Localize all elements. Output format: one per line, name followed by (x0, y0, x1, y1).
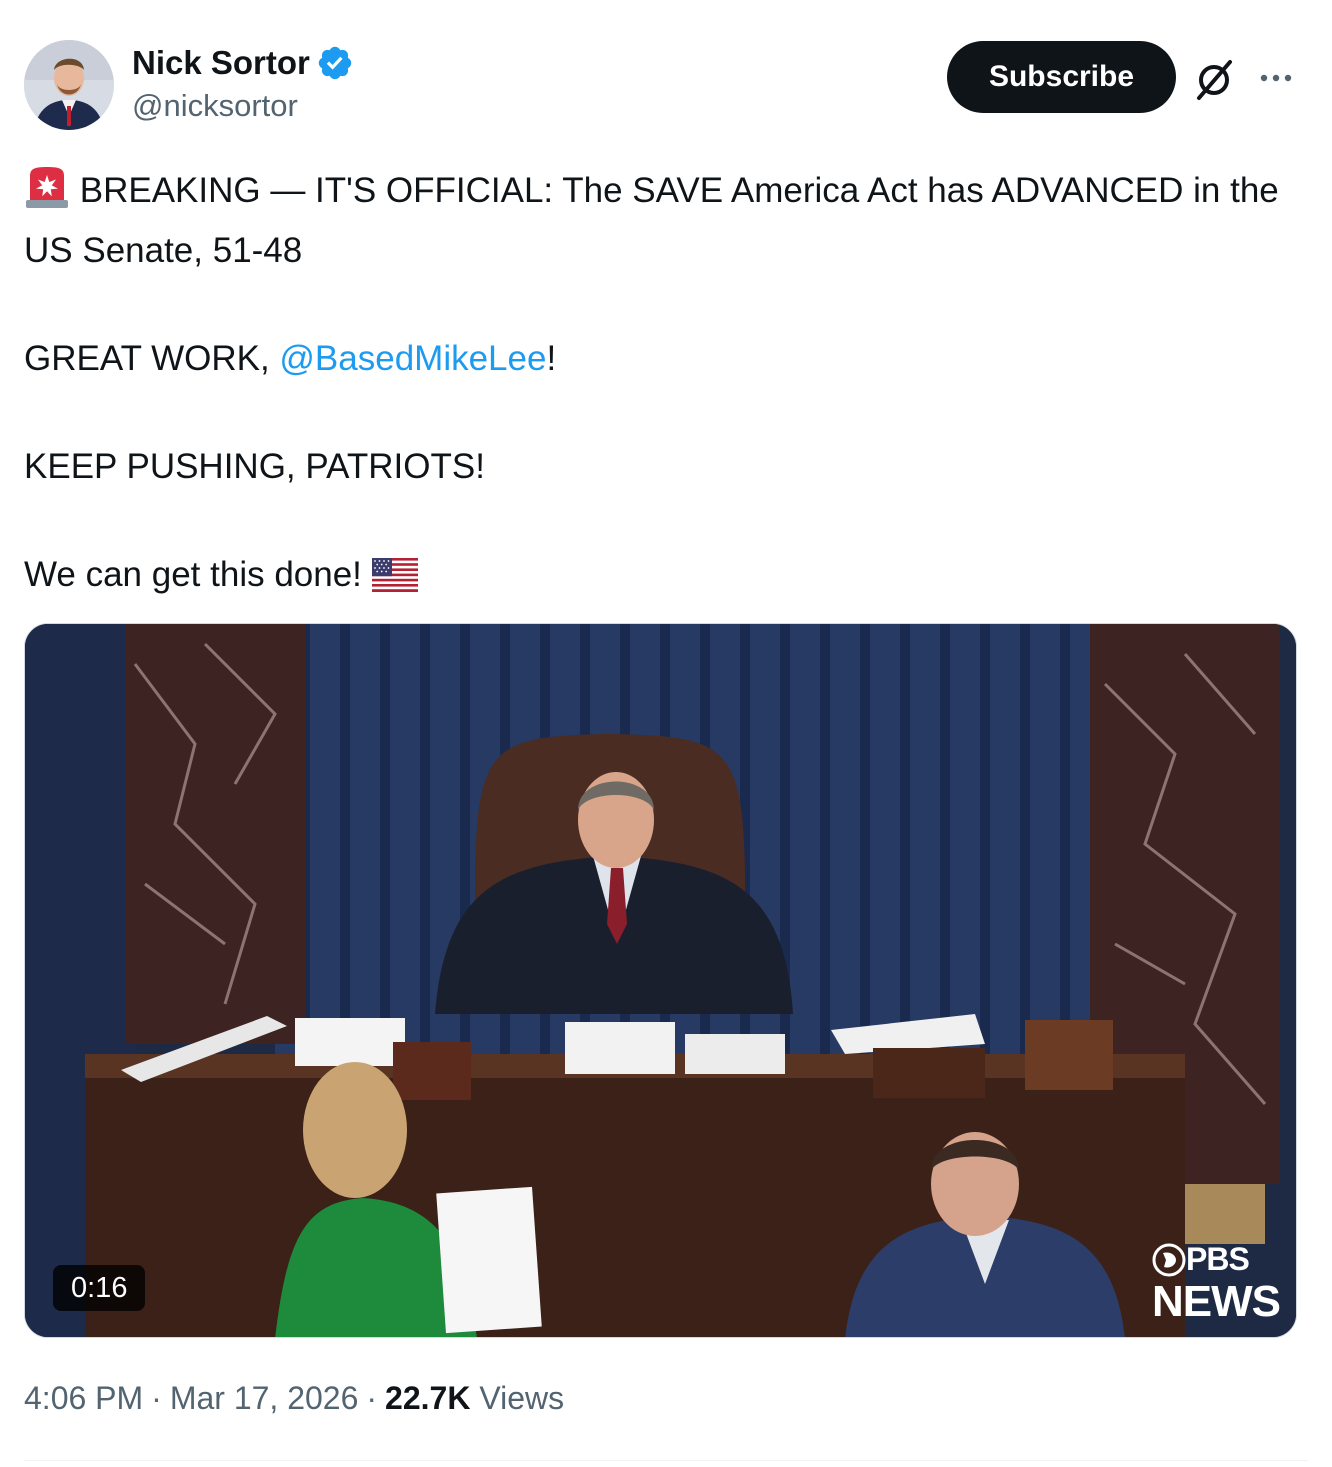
tweet-line-breaking: BREAKING — IT'S OFFICIAL: The SAVE Ameri… (24, 164, 1308, 278)
avatar-image (24, 40, 114, 130)
broadcaster-watermark: PBS NEWS (1152, 1241, 1281, 1326)
subscribe-button[interactable]: Subscribe (947, 41, 1176, 113)
tweet-line-great-work: GREAT WORK, @BasedMikeLee! (24, 332, 1308, 386)
post-time[interactable]: 4:06 PM (24, 1380, 143, 1416)
views-label: Views (479, 1380, 565, 1416)
us-flag-emoji-icon (371, 554, 418, 608)
pbs-logo-mark: PBS (1152, 1241, 1250, 1278)
video-thumbnail (25, 624, 1296, 1337)
views-count: 22.7K (385, 1380, 471, 1416)
get-done-text: We can get this done! (24, 555, 362, 594)
author-avatar[interactable] (24, 40, 114, 130)
author-info: Nick Sortor @nicksortor (132, 42, 354, 124)
tweet-line-get-done: We can get this done! (24, 548, 1308, 608)
pbs-head-icon (1152, 1243, 1186, 1276)
mention-link[interactable]: @BasedMikeLee (279, 339, 546, 378)
grok-slash-icon[interactable] (1190, 56, 1238, 104)
post-date[interactable]: Mar 17, 2026 (170, 1380, 359, 1416)
more-dots-icon[interactable] (1256, 58, 1296, 98)
great-work-text: GREAT WORK, (24, 339, 280, 378)
tweet-body: BREAKING — IT'S OFFICIAL: The SAVE Ameri… (24, 164, 1308, 608)
police-light-emoji-icon (24, 166, 70, 224)
tweet-header: Nick Sortor @nicksortor Subscribe (24, 40, 1308, 132)
video-player[interactable]: 0:16 PBS NEWS (24, 623, 1297, 1338)
video-duration-badge: 0:16 (53, 1265, 146, 1311)
breaking-text: BREAKING — IT'S OFFICIAL: The SAVE Ameri… (24, 171, 1279, 270)
author-handle[interactable]: @nicksortor (132, 88, 354, 124)
author-name[interactable]: Nick Sortor (132, 44, 310, 82)
watermark-top-text: PBS (1186, 1241, 1250, 1277)
tweet-meta: 4:06 PM · Mar 17, 2026 · 22.7K Views (24, 1380, 565, 1416)
watermark-bottom-text: NEWS (1152, 1277, 1281, 1326)
tweet-line-keep-pushing: KEEP PUSHING, PATRIOTS! (24, 447, 485, 486)
exclamation-text: ! (546, 339, 557, 378)
divider (24, 1460, 1308, 1461)
verified-badge-icon[interactable] (316, 44, 354, 82)
